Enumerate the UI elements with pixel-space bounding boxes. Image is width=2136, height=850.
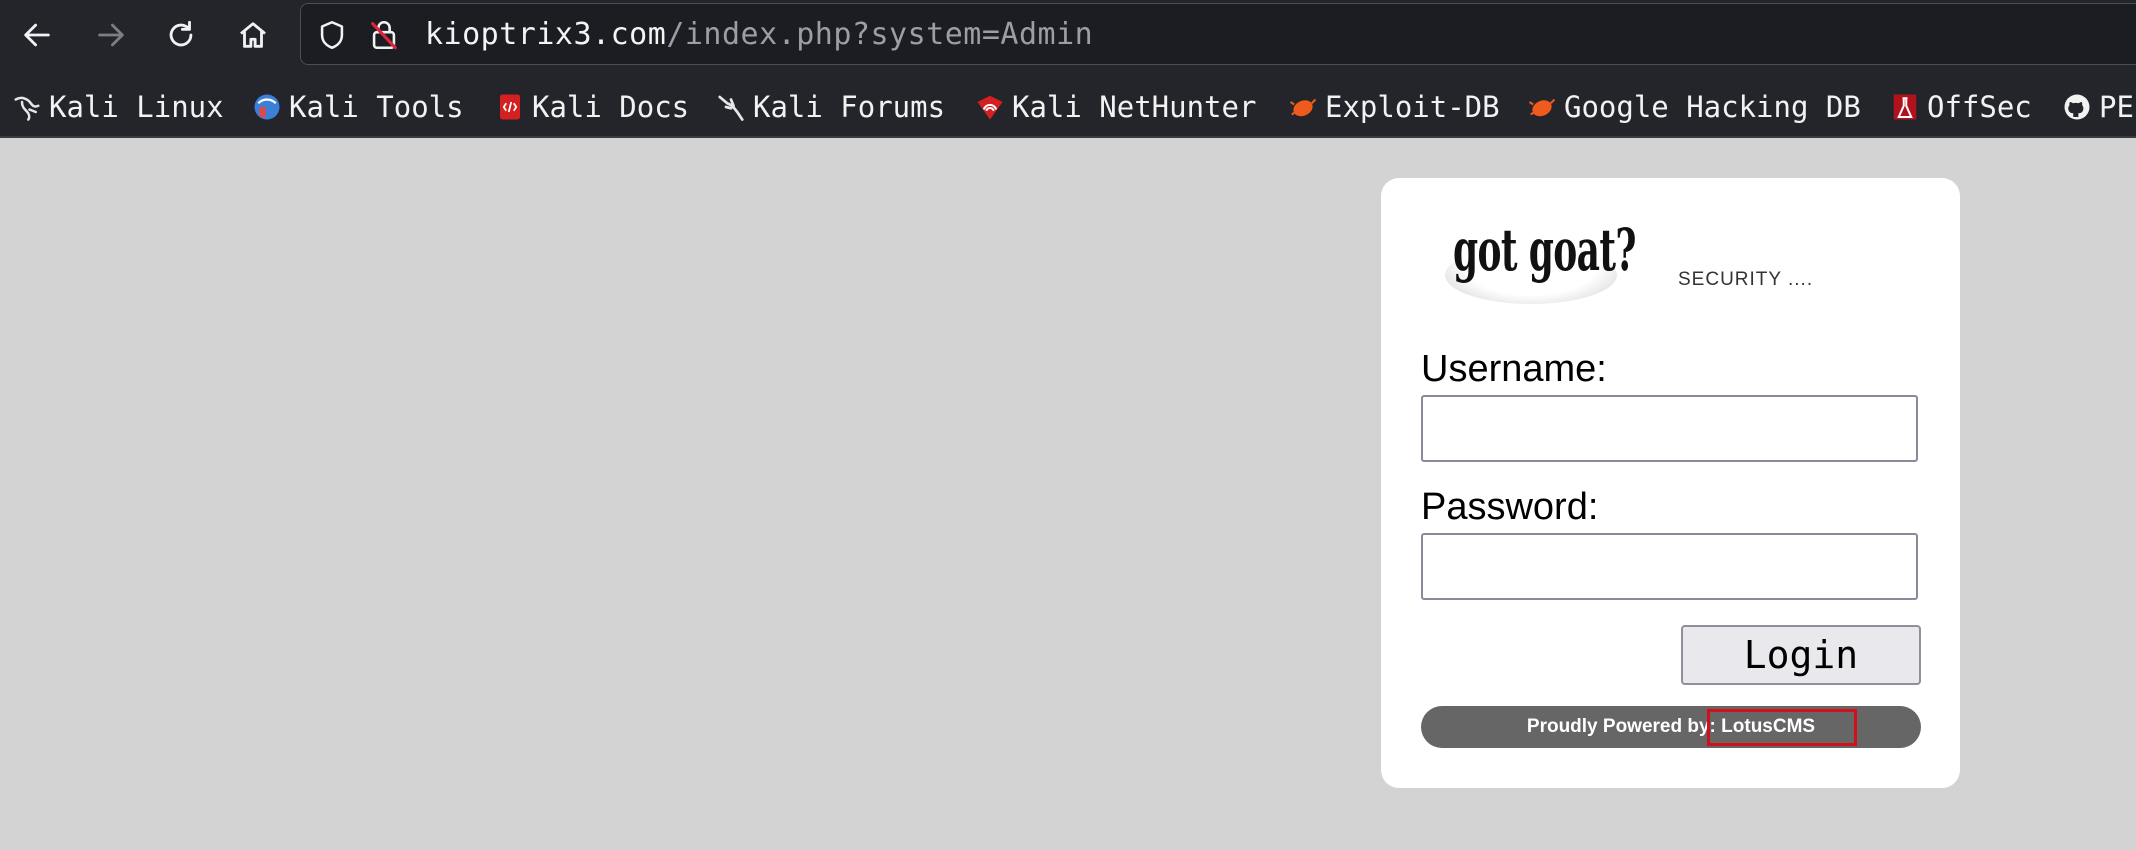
bookmark-kali-docs[interactable]: Kali Docs — [495, 86, 689, 128]
forward-icon — [98, 23, 124, 47]
navigation-row: kioptrix3.com/index.php?system=Admin — [0, 0, 2136, 70]
bookmark-label: Kali Forums — [753, 90, 946, 124]
bookmarks-bar: Kali Linux Kali Tools Kali Docs Kali For… — [0, 80, 2136, 134]
bookmark-label: Kali NetHunter — [1012, 90, 1257, 124]
insecure-lock-icon[interactable] — [367, 17, 401, 57]
reload-button[interactable] — [158, 13, 204, 57]
url-text[interactable]: kioptrix3.com/index.php?system=Admin — [425, 18, 1093, 52]
bookmark-kali-tools[interactable]: Kali Tools — [252, 86, 464, 128]
username-input[interactable] — [1421, 395, 1918, 462]
tagline: SECURITY .... — [1678, 269, 1814, 290]
bookmark-kali-nethunter[interactable]: Kali NetHunter — [975, 86, 1256, 128]
password-input[interactable] — [1421, 533, 1918, 600]
got-goat-logo: got goat? — [1435, 208, 1636, 306]
bookmark-label: Kali Docs — [532, 90, 690, 124]
browser-toolbar: kioptrix3.com/index.php?system=Admin Kal… — [0, 0, 2136, 138]
home-icon — [240, 22, 266, 48]
kali-dragon-icon — [12, 92, 42, 122]
bookmark-offsec[interactable]: OffSec — [1890, 86, 2032, 128]
powered-by-text: Proudly Powered by — [1526, 716, 1710, 737]
bookmark-label: Google Hacking DB — [1564, 90, 1861, 124]
bookmark-google-hacking-db[interactable]: Google Hacking DB — [1527, 86, 1861, 128]
bookmark-label: Exploit-DB — [1325, 90, 1500, 124]
forward-button[interactable] — [88, 13, 134, 57]
bookmark-label: Kali Linux — [49, 90, 224, 124]
annotation-highlight-box — [1707, 709, 1857, 746]
offsec-icon — [1890, 92, 1920, 122]
github-icon — [2062, 92, 2092, 122]
bookmark-label: Kali Tools — [289, 90, 464, 124]
password-label: Password: — [1421, 486, 1599, 528]
toolbar-divider — [0, 136, 2136, 138]
logo-text: got goat? — [1453, 216, 1636, 284]
url-host: kioptrix3.com — [425, 17, 667, 52]
exploit-db-icon — [1288, 92, 1318, 122]
bookmark-pe[interactable]: PE — [2062, 86, 2134, 128]
kali-docs-icon — [495, 92, 525, 122]
login-button[interactable]: Login — [1681, 625, 1921, 685]
bookmark-kali-forums[interactable]: Kali Forums — [716, 86, 945, 128]
login-card: got goat? SECURITY .... Username: Passwo… — [1381, 178, 1960, 788]
username-label: Username: — [1421, 348, 1607, 390]
ghdb-icon — [1527, 92, 1557, 122]
bookmark-label: PE — [2099, 90, 2134, 124]
nethunter-icon — [975, 92, 1005, 122]
back-icon — [24, 23, 50, 47]
bookmark-label: OffSec — [1927, 90, 2032, 124]
shield-icon[interactable] — [315, 18, 349, 56]
kali-forums-icon — [716, 92, 746, 122]
back-button[interactable] — [14, 13, 60, 57]
kali-tools-icon — [252, 92, 282, 122]
home-button[interactable] — [230, 13, 276, 57]
bookmark-exploit-db[interactable]: Exploit-DB — [1288, 86, 1500, 128]
url-bar[interactable]: kioptrix3.com/index.php?system=Admin — [300, 3, 2136, 65]
reload-icon — [169, 20, 193, 47]
url-path: /index.php?system=Admin — [666, 17, 1094, 52]
bookmark-kali-linux[interactable]: Kali Linux — [12, 86, 224, 128]
